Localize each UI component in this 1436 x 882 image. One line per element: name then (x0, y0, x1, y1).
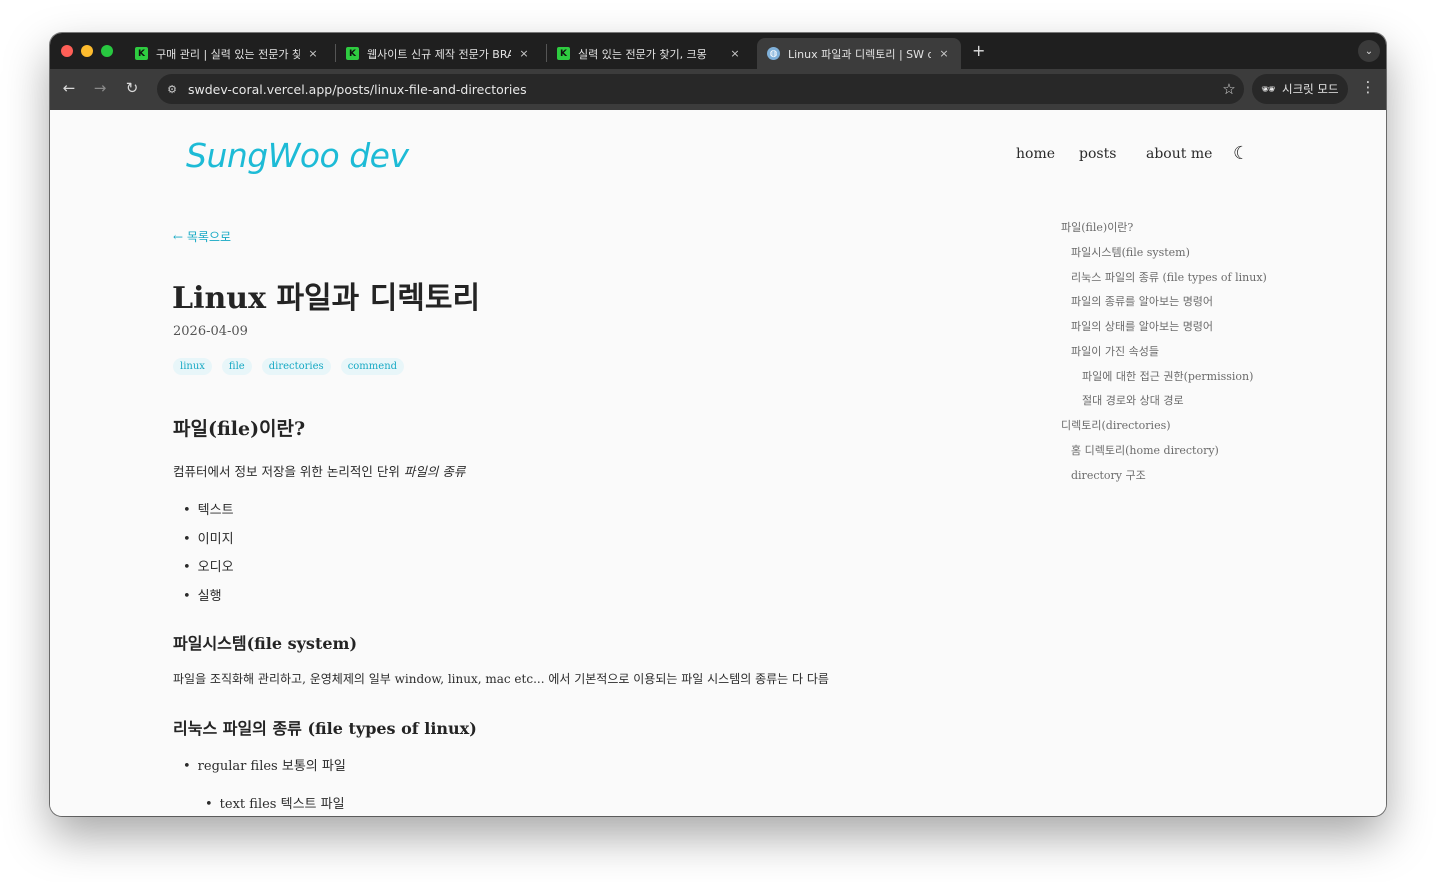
toc-item[interactable]: 절대 경로와 상대 경로 (1082, 392, 1184, 408)
toc-item[interactable]: 파일이 가진 속성들 (1071, 343, 1159, 359)
back-arrow-icon[interactable]: ← (59, 79, 79, 97)
tab-2[interactable]: K 웹사이트 신규 제작 전문가 BRAZE × (336, 38, 541, 69)
tab-title: 실력 있는 전문가 찾기, 크몽 (578, 47, 707, 61)
kmong-favicon-icon: K (557, 47, 570, 60)
tab-bar: K 구매 관리 | 실력 있는 전문가 찾기, × K 웹사이트 신규 제작 전… (50, 33, 1386, 69)
nav-posts[interactable]: posts (1079, 146, 1116, 162)
post-date: 2026-04-09 (173, 324, 248, 339)
forward-arrow-icon[interactable]: → (90, 79, 110, 97)
tab-close-icon[interactable]: × (517, 47, 531, 60)
section-heading-file: 파일(file)이란? (173, 418, 306, 440)
incognito-indicator[interactable]: 🕶 시크릿 모드 (1252, 74, 1348, 104)
maximize-window-button[interactable] (101, 45, 113, 57)
list-item: 실행 (183, 585, 222, 604)
tag-list: linux file directories commend (173, 358, 405, 375)
site-info-icon[interactable]: ⚙ (163, 83, 181, 96)
window-controls (61, 45, 113, 57)
section-heading-linux-file-types: 리눅스 파일의 종류 (file types of linux) (173, 719, 477, 738)
kmong-favicon-icon: K (346, 47, 359, 60)
toc-item[interactable]: 파일의 종류를 알아보는 명령어 (1071, 293, 1213, 309)
toc-item[interactable]: 파일의 상태를 알아보는 명령어 (1071, 318, 1213, 334)
close-window-button[interactable] (61, 45, 73, 57)
kmong-favicon-icon: K (135, 47, 148, 60)
toc-item[interactable]: 파일(file)이란? (1061, 219, 1133, 235)
url-text[interactable]: swdev-coral.vercel.app/posts/linux-file-… (188, 82, 1214, 97)
toc-item[interactable]: directory 구조 (1071, 467, 1146, 483)
list-item: 이미지 (183, 528, 234, 547)
tab-close-icon[interactable]: × (306, 47, 320, 60)
browser-toolbar: ← → ↻ ⚙ swdev-coral.vercel.app/posts/lin… (50, 69, 1386, 110)
address-bar[interactable]: ⚙ swdev-coral.vercel.app/posts/linux-fil… (157, 74, 1244, 104)
incognito-label: 시크릿 모드 (1282, 82, 1339, 96)
toc-item[interactable]: 홈 디렉토리(home directory) (1071, 442, 1219, 458)
tag-commend[interactable]: commend (340, 358, 405, 375)
toc-item[interactable]: 파일에 대한 접근 권한(permission) (1082, 368, 1253, 384)
file-description: 컴퓨터에서 정보 저장을 위한 논리적인 단위 파일의 종류 (173, 461, 465, 480)
dark-mode-moon-icon[interactable]: ☾ (1233, 143, 1249, 164)
tab-3[interactable]: K 실력 있는 전문가 찾기, 크몽 × (547, 38, 752, 69)
post-title: Linux 파일과 디렉토리 (172, 281, 481, 316)
page-content: SungWoo dev home posts about me ☾ ← 목록으로… (50, 110, 1386, 816)
file-types-emphasis: 파일의 종류 (403, 464, 466, 479)
back-to-list-link[interactable]: ← 목록으로 (173, 228, 231, 245)
toc-item[interactable]: 디렉토리(directories) (1061, 417, 1171, 433)
list-item: 텍스트 (183, 499, 234, 518)
section-heading-file-system: 파일시스템(file system) (173, 634, 358, 653)
tab-title: Linux 파일과 디렉토리 | SW dev (788, 47, 931, 61)
tab-4-active[interactable]: ◍ Linux 파일과 디렉토리 | SW dev × (757, 38, 961, 69)
tab-close-icon[interactable]: × (728, 47, 742, 60)
nav-about-me[interactable]: about me (1146, 146, 1212, 162)
menu-kebab-icon[interactable]: ⋮ (1358, 78, 1378, 96)
tab-close-icon[interactable]: × (937, 47, 951, 60)
globe-favicon-icon: ◍ (767, 47, 780, 60)
list-item-nested: text files 텍스트 파일 (205, 793, 345, 812)
tab-title: 구매 관리 | 실력 있는 전문가 찾기, (156, 47, 300, 61)
tab-title: 웹사이트 신규 제작 전문가 BRAZE (367, 47, 511, 61)
bookmark-star-icon[interactable]: ☆ (1214, 80, 1244, 98)
incognito-icon: 🕶 (1261, 82, 1277, 96)
tab-1[interactable]: K 구매 관리 | 실력 있는 전문가 찾기, × (125, 38, 330, 69)
toc-item[interactable]: 리눅스 파일의 종류 (file types of linux) (1071, 269, 1267, 285)
minimize-window-button[interactable] (81, 45, 93, 57)
toc-item[interactable]: 파일시스템(file system) (1071, 244, 1190, 260)
tab-search-chevron-icon[interactable]: ⌄ (1358, 40, 1380, 62)
new-tab-button[interactable]: + (972, 41, 985, 60)
site-logo[interactable]: SungWoo dev (186, 136, 409, 175)
tag-directories[interactable]: directories (261, 358, 331, 375)
list-item: regular files 보통의 파일 (183, 755, 346, 774)
list-item: 오디오 (183, 556, 234, 575)
file-system-description: 파일을 조직화해 관리하고, 운영체제의 일부 window, linux, m… (173, 672, 829, 686)
tag-file[interactable]: file (221, 358, 252, 375)
reload-icon[interactable]: ↻ (122, 79, 142, 97)
file-description-text: 컴퓨터에서 정보 저장을 위한 논리적인 단위 (173, 464, 400, 479)
browser-window: K 구매 관리 | 실력 있는 전문가 찾기, × K 웹사이트 신규 제작 전… (50, 33, 1386, 816)
nav-home[interactable]: home (1016, 146, 1055, 162)
tag-linux[interactable]: linux (173, 358, 212, 375)
